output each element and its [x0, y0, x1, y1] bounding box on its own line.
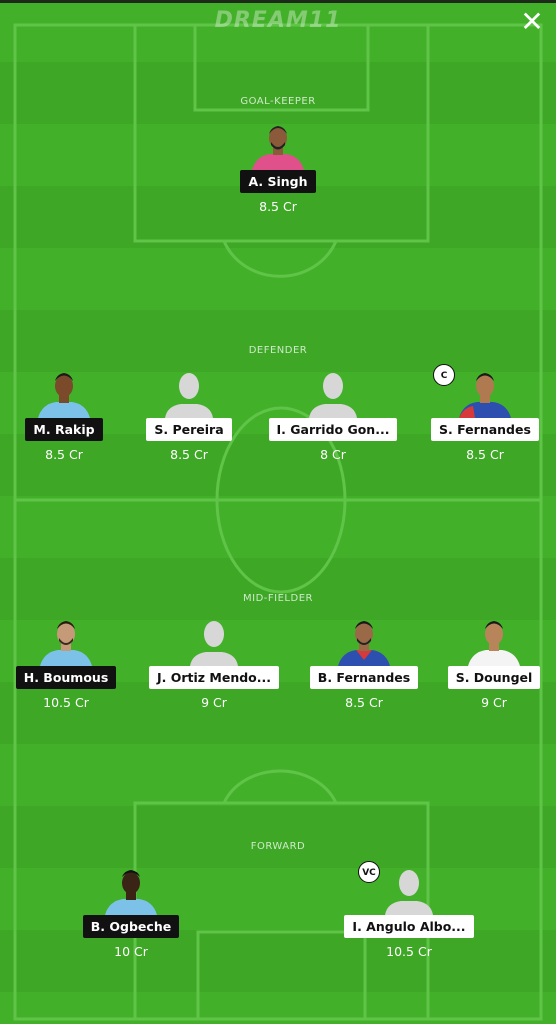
- player-photo-icon: [40, 621, 92, 666]
- player-credits: 10.5 Cr: [43, 695, 89, 710]
- player-photo-icon: [338, 621, 390, 666]
- player-credits: 9 Cr: [201, 695, 227, 710]
- player-credits: 8.5 Cr: [259, 199, 297, 214]
- player-credits: 8.5 Cr: [345, 695, 383, 710]
- section-label-goalkeeper: GOAL-KEEPER: [240, 96, 316, 107]
- football-pitch: DREAM11 ✕ GOAL-KEEPER DEFENDER MID-FIELD…: [0, 0, 556, 1024]
- player-card-mid2[interactable]: J. Ortiz Mendo... 9 Cr: [144, 614, 284, 714]
- player-name-label: S. Pereira: [119, 418, 259, 441]
- player-card-mid3[interactable]: B. Fernandes 8.5 Cr: [294, 614, 434, 714]
- player-card-def3[interactable]: I. Garrido Gon... 8 Cr: [263, 366, 403, 466]
- player-photo-icon: [105, 870, 157, 915]
- player-card-mid4[interactable]: S. Doungel 9 Cr: [424, 614, 556, 714]
- player-name-label: M. Rakip: [0, 418, 134, 441]
- player-credits: 8 Cr: [320, 447, 346, 462]
- section-label-forward: FORWARD: [250, 841, 306, 852]
- player-name-label: S. Fernandes: [415, 418, 555, 441]
- player-card-fwd1[interactable]: B. Ogbeche 10 Cr: [61, 863, 201, 963]
- player-photo-icon: [468, 621, 520, 666]
- top-penalty-arc: [222, 240, 338, 278]
- player-name-label: B. Fernandes: [294, 666, 434, 689]
- player-name-label: H. Boumous: [0, 666, 136, 689]
- player-card-def2[interactable]: S. Pereira 8.5 Cr: [119, 366, 259, 466]
- bottom-penalty-arc: [222, 769, 338, 804]
- player-name-label: I. Angulo Albo...: [339, 915, 479, 938]
- player-card-gk1[interactable]: A. Singh 8.5 Cr: [208, 118, 348, 218]
- player-name-label: I. Garrido Gon...: [263, 418, 403, 441]
- player-photo-icon: [252, 126, 304, 170]
- player-silhouette-icon: [190, 621, 238, 666]
- captain-badge: C: [433, 364, 455, 386]
- player-card-fwd2[interactable]: VC I. Angulo Albo... 10.5 Cr: [339, 861, 479, 963]
- close-icon[interactable]: ✕: [516, 4, 548, 40]
- player-photo-icon: [459, 373, 511, 418]
- player-credits: 8.5 Cr: [45, 447, 83, 462]
- section-label-midfielder: MID-FIELDER: [243, 593, 313, 604]
- player-credits: 8.5 Cr: [466, 447, 504, 462]
- vice-captain-badge: VC: [358, 861, 380, 883]
- player-card-def1[interactable]: M. Rakip 8.5 Cr: [0, 366, 134, 466]
- dream11-logo: DREAM11: [214, 8, 342, 33]
- player-name-label: S. Doungel: [424, 666, 556, 689]
- player-name-label: J. Ortiz Mendo...: [144, 666, 284, 689]
- player-credits: 10.5 Cr: [386, 944, 432, 959]
- player-card-def4[interactable]: C S. Fernandes 8.5 Cr: [415, 364, 555, 466]
- player-name-label: A. Singh: [208, 170, 348, 193]
- player-photo-icon: [38, 373, 90, 418]
- player-credits: 8.5 Cr: [170, 447, 208, 462]
- section-label-defender: DEFENDER: [248, 345, 308, 356]
- player-name-label: B. Ogbeche: [61, 915, 201, 938]
- player-silhouette-icon: [309, 373, 357, 418]
- player-credits: 10 Cr: [114, 944, 148, 959]
- player-silhouette-icon: [385, 870, 433, 915]
- player-silhouette-icon: [165, 373, 213, 418]
- player-credits: 9 Cr: [481, 695, 507, 710]
- player-card-mid1[interactable]: H. Boumous 10.5 Cr: [0, 614, 136, 714]
